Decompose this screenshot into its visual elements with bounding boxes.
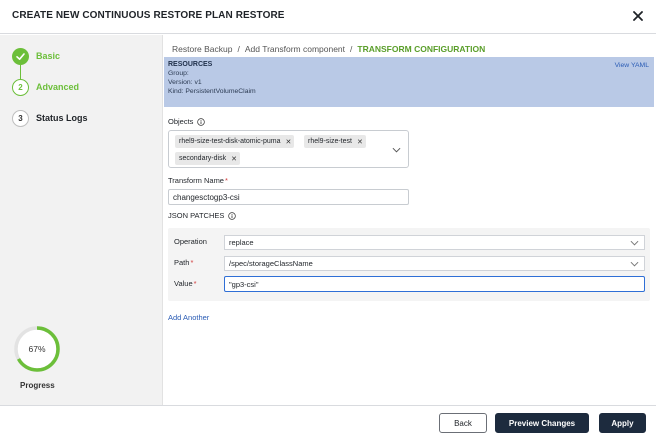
path-value: /spec/storageClassName bbox=[229, 259, 313, 268]
preview-changes-button[interactable]: Preview Changes bbox=[495, 413, 589, 433]
chevron-down-icon[interactable] bbox=[392, 147, 401, 153]
resources-kind: Kind: PersistentVolumeClaim bbox=[168, 88, 256, 95]
object-chip: rhel9-size-test ✕ bbox=[304, 135, 366, 148]
required-marker: * bbox=[224, 176, 228, 185]
modal-title: CREATE NEW CONTINUOUS RESTORE PLAN RESTO… bbox=[12, 10, 285, 21]
modal-footer: Back Preview Changes Apply bbox=[0, 405, 656, 446]
chip-label: rhel9-size-test-disk-atomic-puma bbox=[179, 138, 281, 145]
chip-label: secondary-disk bbox=[179, 155, 227, 162]
chevron-down-icon bbox=[630, 240, 639, 246]
operation-label-text: Operation bbox=[174, 237, 207, 246]
close-icon bbox=[633, 11, 643, 21]
json-patches-label: JSON PATCHES bbox=[168, 211, 237, 220]
step-complete-circle bbox=[12, 47, 29, 65]
operation-label: Operation bbox=[174, 237, 207, 246]
object-chip: secondary-disk ✕ bbox=[175, 152, 240, 165]
progress-ring: 67% bbox=[13, 325, 61, 373]
step-basic[interactable]: Basic bbox=[12, 46, 60, 66]
required-marker: * bbox=[193, 279, 197, 288]
wizard-sidebar: Basic 2 Advanced 3 Status Logs 67% Progr… bbox=[0, 35, 163, 405]
value-input[interactable]: "gp3-csi" bbox=[224, 276, 645, 292]
main-panel: Restore Backup / Add Transform component / T… bbox=[164, 35, 656, 405]
progress-percent: 67% bbox=[28, 344, 46, 354]
modal-header: CREATE NEW CONTINUOUS RESTORE PLAN RESTO… bbox=[0, 0, 656, 34]
step-label: Basic bbox=[36, 51, 61, 61]
view-yaml-link[interactable]: View YAML bbox=[615, 62, 649, 69]
chip-remove-icon[interactable]: ✕ bbox=[231, 155, 237, 163]
breadcrumb-add-transform[interactable]: Add Transform component bbox=[245, 44, 345, 54]
back-button[interactable]: Back bbox=[439, 413, 487, 433]
breadcrumb-restore-backup[interactable]: Restore Backup bbox=[172, 44, 232, 54]
path-select[interactable]: /spec/storageClassName bbox=[224, 256, 645, 271]
operation-value: replace bbox=[229, 238, 254, 247]
step-status-logs[interactable]: 3 Status Logs bbox=[12, 108, 88, 128]
chip-label: rhel9-size-test bbox=[308, 138, 352, 145]
objects-label-text: Objects bbox=[168, 117, 194, 126]
chevron-down-icon bbox=[630, 261, 639, 267]
breadcrumb-separator: / bbox=[350, 44, 353, 54]
required-marker: * bbox=[190, 258, 194, 267]
json-patches-label-text: JSON PATCHES bbox=[168, 211, 225, 220]
add-another-link[interactable]: Add Another bbox=[168, 313, 209, 322]
breadcrumb: Restore Backup / Add Transform component / T… bbox=[172, 44, 485, 54]
check-icon bbox=[16, 52, 25, 60]
object-chip: rhel9-size-test-disk-atomic-puma ✕ bbox=[175, 135, 295, 148]
step-label: Advanced bbox=[36, 82, 80, 92]
breadcrumb-separator: / bbox=[237, 44, 240, 54]
resources-title: RESOURCES bbox=[168, 61, 213, 68]
progress-label: Progress bbox=[20, 381, 55, 390]
transform-name-input[interactable]: changesctogp3-csi bbox=[168, 189, 409, 205]
info-icon[interactable] bbox=[228, 211, 237, 220]
json-patch-row: Operation replace Path * /spec/storageCla… bbox=[168, 228, 650, 301]
resources-panel: RESOURCES Group: Version: v1 Kind: Persi… bbox=[164, 57, 654, 107]
transform-name-label: Transform Name * bbox=[168, 176, 228, 185]
info-icon[interactable] bbox=[197, 117, 206, 126]
path-label: Path * bbox=[174, 258, 193, 267]
operation-select[interactable]: replace bbox=[224, 235, 645, 250]
objects-multiselect[interactable]: rhel9-size-test-disk-atomic-puma ✕ rhel9… bbox=[168, 130, 409, 168]
value-label-text: Value bbox=[174, 279, 193, 288]
transform-name-label-text: Transform Name bbox=[168, 176, 224, 185]
step-advanced[interactable]: 2 Advanced bbox=[12, 77, 79, 97]
step-number: 3 bbox=[12, 109, 29, 127]
chip-remove-icon[interactable]: ✕ bbox=[286, 138, 292, 146]
chip-remove-icon[interactable]: ✕ bbox=[357, 138, 363, 146]
apply-button[interactable]: Apply bbox=[599, 413, 646, 433]
step-number: 2 bbox=[12, 78, 29, 96]
resources-version: Version: v1 bbox=[168, 79, 202, 86]
value-label: Value * bbox=[174, 279, 197, 288]
resources-group: Group: bbox=[168, 70, 189, 77]
breadcrumb-current: TRANSFORM CONFIGURATION bbox=[357, 44, 486, 54]
path-label-text: Path bbox=[174, 258, 190, 267]
close-button[interactable] bbox=[630, 8, 646, 24]
objects-label: Objects bbox=[168, 117, 206, 126]
step-label: Status Logs bbox=[36, 113, 88, 123]
